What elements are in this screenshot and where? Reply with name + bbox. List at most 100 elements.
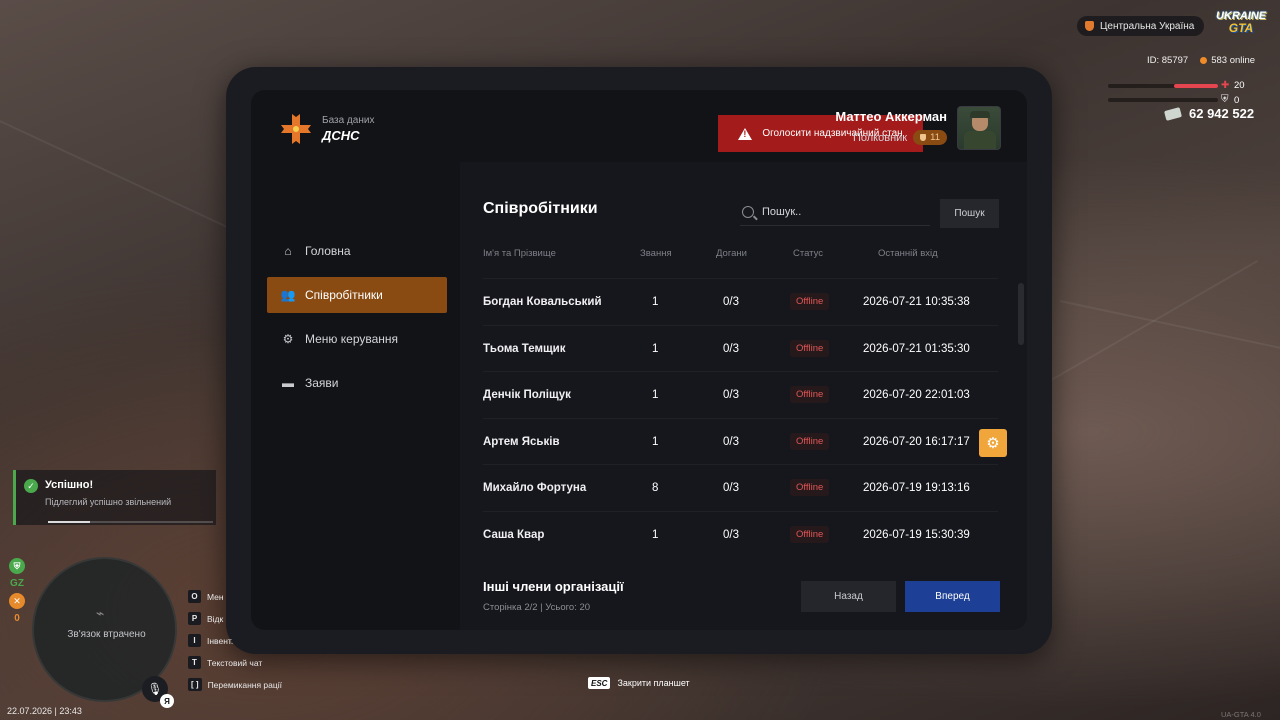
employee-rank: 8 <box>652 482 659 495</box>
table-row[interactable]: Тьома Темщик 1 0/3 Offline 2026-07-21 01… <box>483 324 998 372</box>
sidebar-item-label: Головна <box>305 244 351 258</box>
sidebar-item-employees[interactable]: 👥 Співробітники <box>267 277 447 313</box>
money-display: 62 942 522 <box>1163 106 1255 121</box>
column-header: Статус <box>793 248 824 259</box>
health-value: 20 <box>1234 80 1245 91</box>
employee-name: Тьома Темщик <box>483 342 566 355</box>
avatar <box>957 106 1001 150</box>
employee-reprimands: 0/3 <box>723 389 739 402</box>
employee-reprimands: 0/3 <box>723 342 739 355</box>
employee-rank: 1 <box>652 528 659 541</box>
toast-message: Підлеглий успішно звільнений <box>45 497 172 507</box>
employee-rank: 1 <box>652 296 659 308</box>
sidebar-item-control-menu[interactable]: ⚙ Меню керування <box>267 321 447 357</box>
sidebar-nav: ⌂ Головна 👥 Співробітники ⚙ Меню керуван… <box>267 233 447 409</box>
gz-label: GZ <box>10 578 24 589</box>
employee-last-login: 2026-07-20 16:17:17 <box>863 435 970 448</box>
brand-title: ДСНС <box>322 128 360 143</box>
employee-reprimands: 0/3 <box>723 482 739 495</box>
floor-seam <box>1059 300 1280 352</box>
status-badge: Offline <box>790 479 830 497</box>
employee-name: Саша Квар <box>483 528 545 541</box>
sidebar-item-home[interactable]: ⌂ Головна <box>267 233 447 269</box>
table-row[interactable]: Богдан Ковальський 1 0/3 Offline 2026-07… <box>483 278 998 325</box>
key-cap: T <box>188 656 201 669</box>
armor-icon: ⛨ <box>1221 94 1229 105</box>
search-box <box>740 198 930 226</box>
player-id: ID: 85797 <box>1147 55 1189 66</box>
brand: База даних ДСНС <box>280 113 374 145</box>
employee-name: Денчік Поліщук <box>483 389 571 402</box>
check-icon: ✓ <box>24 479 38 493</box>
keybind-row: P Відк <box>188 611 282 626</box>
player-info: ID: 85797 583 online <box>1147 55 1255 66</box>
health-bar-fill <box>1174 84 1218 88</box>
success-toast: ✓ Успішно! Підлеглий успішно звільнений <box>13 470 216 525</box>
employee-last-login: 2026-07-19 19:13:16 <box>863 482 970 495</box>
next-button[interactable]: Вперед <box>905 581 1000 612</box>
toast-progress <box>48 521 213 523</box>
employee-last-login: 2026-07-19 15:30:39 <box>863 528 970 541</box>
page-title: Співробітники <box>483 200 598 217</box>
column-header: Догани <box>716 248 747 259</box>
region-indicator: Центральна Україна <box>1077 16 1205 36</box>
folder-icon: ▬ <box>282 376 294 390</box>
employee-reprimands: 0/3 <box>723 296 739 308</box>
key-cap: I <box>188 634 201 647</box>
table-row[interactable]: Артем Яськів 1 0/3 Offline 2026-07-20 16… <box>483 417 998 465</box>
employee-settings-gear-icon[interactable]: ⚙ <box>979 429 1007 457</box>
other-members-title: Інші члени організації <box>483 579 624 594</box>
gz-count: 0 <box>14 613 20 624</box>
tablet-screen: База даних ДСНС ⌂ Головна 👥 Співробітник… <box>251 90 1027 630</box>
employee-name: Михайло Фортуна <box>483 482 587 495</box>
keybind-row: [ ] Перемикання рації <box>188 677 282 692</box>
money-value: 62 942 522 <box>1189 106 1255 121</box>
employee-rank: 1 <box>652 342 659 355</box>
armor-value: 0 <box>1234 95 1240 106</box>
date-time: 22.07.2026 | 23:43 <box>7 706 82 716</box>
back-button[interactable]: Назад <box>801 581 896 612</box>
close-tablet-hint: ESC Закрити планшет <box>588 677 690 689</box>
employee-last-login: 2026-07-20 22:01:03 <box>863 389 970 402</box>
sidebar-item-label: Заяви <box>305 376 339 390</box>
warning-icon <box>738 127 753 140</box>
sidebar-item-label: Співробітники <box>305 288 383 302</box>
server-logo: UKRAINE GTA <box>1215 10 1267 35</box>
topbar: Оголосити надзвичайний стан Маттео Аккер… <box>460 90 1027 162</box>
keybind-row: I Інвент. <box>188 633 282 648</box>
key-cap: O <box>188 590 201 603</box>
esc-key-cap: ESC <box>588 677 611 689</box>
employee-last-login: 2026-07-21 01:35:30 <box>863 342 970 355</box>
sidebar: База даних ДСНС ⌂ Головна 👥 Співробітник… <box>251 90 460 630</box>
keybind-row: T Текстовий чат <box>188 655 282 670</box>
health-bar <box>1108 84 1218 88</box>
search-input[interactable] <box>762 205 912 218</box>
search-button[interactable]: Пошук <box>940 199 999 228</box>
status-badge: Offline <box>790 293 830 310</box>
region-name: Центральна Україна <box>1100 20 1195 32</box>
table-row[interactable]: Саша Квар 1 0/3 Offline 2026-07-19 15:30… <box>483 510 998 558</box>
online-count: 583 online <box>1200 55 1255 66</box>
table-scrollbar[interactable] <box>1018 283 1024 345</box>
employee-name: Богдан Ковальський <box>483 296 602 308</box>
status-badge: Offline <box>790 339 830 357</box>
rank-badge: 11 <box>913 130 947 145</box>
sidebar-item-label: Меню керування <box>305 332 399 346</box>
search-icon <box>742 205 754 218</box>
keybind-list: O Мен P Відк I Інвент. T Текстовий чат [ ] Пе… <box>188 589 282 699</box>
gear-icon: ⚙ <box>282 332 294 346</box>
sidebar-item-applications[interactable]: ▬ Заяви <box>267 365 447 401</box>
version-label: UA-GTA 4.0 <box>1221 710 1261 719</box>
table-row[interactable]: Михайло Фортуна 8 0/3 Offline 2026-07-19… <box>483 464 998 511</box>
user-name: Маттео Аккерман <box>835 109 947 124</box>
keybind-row: O Мен <box>188 589 282 604</box>
health-icon: ✚ <box>1221 80 1230 91</box>
employee-last-login: 2026-07-21 10:35:38 <box>863 296 970 308</box>
column-header: Звання <box>640 248 672 259</box>
table-row[interactable]: Денчік Поліщук 1 0/3 Offline 2026-07-20 … <box>483 371 998 418</box>
employee-rank: 1 <box>652 435 659 448</box>
column-header: Ім'я та Прізвище <box>483 248 556 259</box>
users-icon: 👥 <box>280 288 296 302</box>
pagination-info: Сторінка 2/2 | Усього: 20 <box>483 602 591 613</box>
swords-icon: ✕ <box>9 593 25 609</box>
